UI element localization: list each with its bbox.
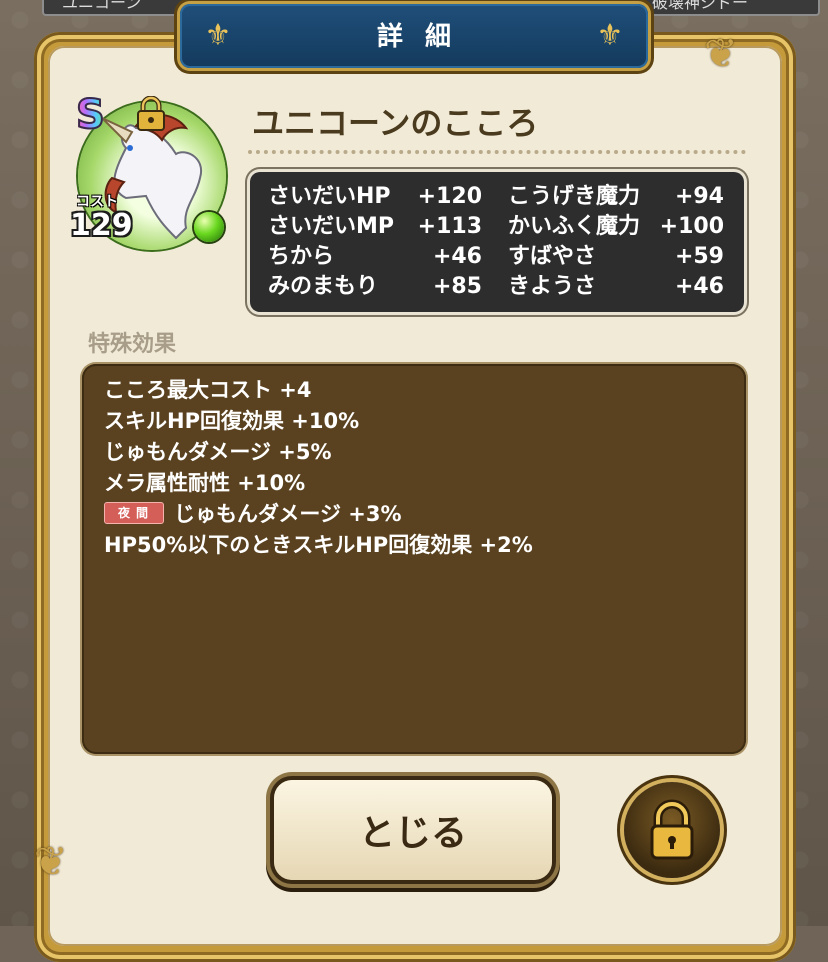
stat-value: +46: [674, 274, 724, 299]
stat-value: +46: [432, 244, 482, 269]
stat-label: ちから: [268, 244, 335, 269]
dialog-header: ⚜ 詳細 ⚜: [180, 4, 648, 68]
stat-label: かいふく魔力: [508, 214, 641, 239]
rank-badge: S: [75, 91, 106, 139]
padlock-icon: [650, 799, 694, 860]
effect-text: じゅもんダメージ +3%: [174, 502, 402, 526]
stat-value: +59: [674, 244, 724, 269]
divider: [248, 150, 746, 154]
stat-row: ちから +46: [268, 242, 482, 272]
stat-value: +94: [674, 184, 724, 209]
ornament-icon: ❦: [704, 31, 738, 77]
stat-label: さいだいMP: [268, 214, 395, 239]
orb-icon: [194, 212, 224, 242]
stat-row: こうげき魔力 +94: [508, 182, 724, 212]
close-button[interactable]: とじる: [274, 780, 552, 880]
stat-label: みのまもり: [268, 274, 379, 299]
night-badge: 夜間: [104, 502, 164, 524]
effect-line: HP50%以下のときスキルHP回復効果 +2%: [104, 533, 533, 557]
stat-row: さいだいMP +113: [268, 212, 482, 242]
effect-line: じゅもんダメージ +5%: [104, 440, 332, 464]
stat-row: さいだいHP +120: [268, 182, 482, 212]
stat-row: すばやさ +59: [508, 242, 724, 272]
top-tab-right[interactable]: 破壊神シドー: [632, 0, 820, 16]
stat-row: かいふく魔力 +100: [508, 212, 724, 242]
monster-name: ユニコーンのこころ: [252, 104, 539, 142]
cost-value: 129: [70, 208, 133, 243]
special-effects-label: 特殊効果: [88, 332, 177, 357]
dialog-title: 詳細: [376, 22, 473, 52]
lock-button[interactable]: [624, 782, 720, 878]
stat-row: きようさ +46: [508, 272, 724, 302]
fleur-icon: ⚜: [596, 18, 624, 53]
close-button-label: とじる: [358, 813, 467, 854]
stat-value: +85: [432, 274, 482, 299]
stat-value: +100: [659, 214, 724, 239]
padlock-icon[interactable]: [134, 96, 168, 132]
stat-row: みのまもり +85: [268, 272, 482, 302]
effect-line: スキルHP回復効果 +10%: [104, 409, 360, 433]
top-tab-left[interactable]: ユニコーン: [42, 0, 202, 16]
stat-label: さいだいHP: [268, 184, 391, 209]
effect-line: 夜間 じゅもんダメージ +3%: [104, 498, 402, 530]
stat-label: こうげき魔力: [508, 184, 641, 209]
effect-line: こころ最大コスト +4: [104, 378, 312, 402]
stat-label: きようさ: [508, 274, 597, 299]
stat-label: すばやさ: [508, 244, 597, 269]
effect-line: メラ属性耐性 +10%: [104, 471, 306, 495]
ornament-icon: ❦: [34, 839, 68, 885]
stat-value: +113: [417, 214, 482, 239]
stat-value: +120: [417, 184, 482, 209]
